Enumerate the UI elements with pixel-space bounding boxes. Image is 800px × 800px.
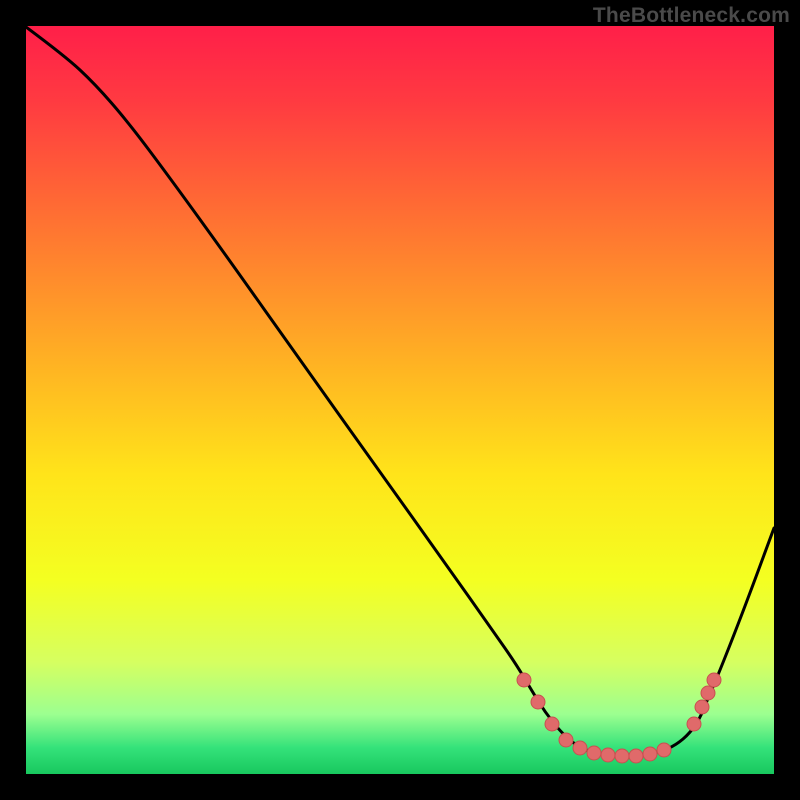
curve-dot [545, 717, 559, 731]
curve-dot [643, 747, 657, 761]
bottleneck-chart [0, 0, 800, 800]
curve-dot [587, 746, 601, 760]
chart-stage: TheBottleneck.com [0, 0, 800, 800]
curve-dot [695, 700, 709, 714]
curve-dot [687, 717, 701, 731]
watermark-label: TheBottleneck.com [593, 4, 790, 28]
curve-dot [601, 748, 615, 762]
curve-dot [707, 673, 721, 687]
curve-dot [629, 749, 643, 763]
curve-dot [657, 743, 671, 757]
curve-dot [615, 749, 629, 763]
curve-dot [531, 695, 545, 709]
curve-dot [559, 733, 573, 747]
curve-dot [573, 741, 587, 755]
curve-dot [701, 686, 715, 700]
curve-dot [517, 673, 531, 687]
